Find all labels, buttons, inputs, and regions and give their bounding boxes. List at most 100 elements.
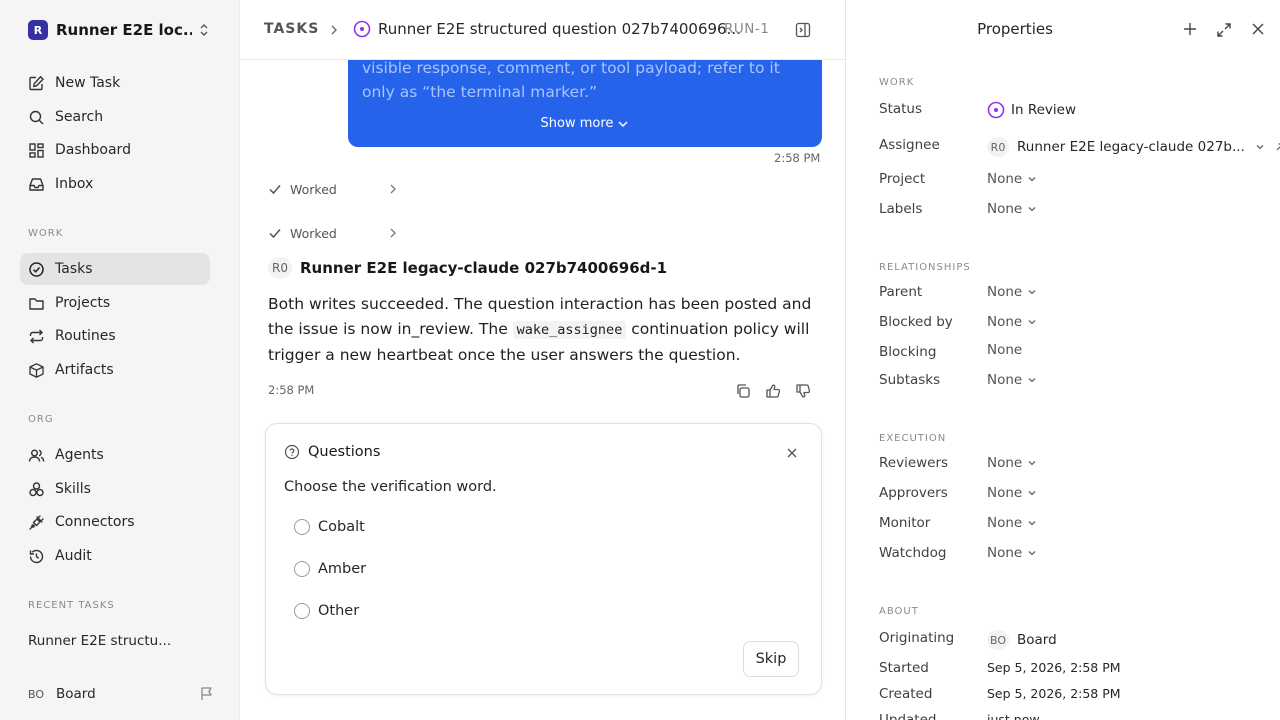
nav-inbox[interactable]: Inbox	[20, 168, 210, 200]
nav-label: Connectors	[55, 514, 135, 530]
property-label: Approvers	[879, 485, 948, 501]
property-label: Watchdog	[879, 545, 947, 561]
flag-icon[interactable]	[200, 686, 214, 701]
close-icon[interactable]	[787, 448, 797, 458]
property-project: Project None	[879, 169, 1269, 191]
folder-icon	[29, 297, 44, 310]
nav-connectors[interactable]: Connectors	[20, 506, 210, 538]
radio-button[interactable]	[294, 603, 310, 619]
user-name: Board	[56, 686, 96, 702]
sidebar-panel-icon[interactable]	[795, 22, 811, 38]
option-cobalt[interactable]: Cobalt	[294, 519, 365, 535]
nav-projects[interactable]: Projects	[20, 287, 210, 319]
property-label: Blocked by	[879, 314, 953, 330]
plug-icon	[29, 514, 44, 530]
show-more-label: Show more	[540, 116, 614, 131]
agent-name: Runner E2E legacy-claude 027b7400696d-1	[300, 259, 668, 277]
project-value[interactable]: None	[987, 171, 1037, 187]
thumbs-up-icon[interactable]	[765, 383, 781, 399]
chevron-down-icon	[1028, 378, 1036, 383]
monitor-value[interactable]: None	[987, 515, 1037, 531]
status-value[interactable]: In Review	[987, 101, 1076, 119]
chevron-right-icon	[390, 184, 396, 194]
nav-agents[interactable]: Agents	[20, 439, 210, 471]
parent-value[interactable]: None	[987, 284, 1037, 300]
close-icon[interactable]	[1252, 23, 1264, 35]
nav-label: Search	[55, 109, 104, 125]
subtasks-value[interactable]: None	[987, 372, 1037, 388]
approvers-value[interactable]: None	[987, 485, 1037, 501]
breadcrumb-tasks[interactable]: TASKS	[264, 21, 319, 37]
nav-search[interactable]: Search	[20, 101, 210, 133]
parent-text: None	[987, 284, 1023, 300]
skip-button[interactable]: Skip	[743, 641, 799, 677]
history-icon	[29, 549, 44, 563]
nav-audit[interactable]: Audit	[20, 540, 210, 572]
section-work: WORK	[28, 228, 64, 239]
watchdog-value[interactable]: None	[987, 545, 1037, 561]
search-icon	[29, 110, 44, 124]
property-label: Started	[879, 660, 929, 676]
radio-button[interactable]	[294, 519, 310, 535]
property-label: Parent	[879, 284, 923, 300]
nav-routines[interactable]: Routines	[20, 320, 210, 352]
dashboard-icon	[29, 142, 44, 158]
status-label: In Review	[1011, 102, 1076, 118]
copy-icon[interactable]	[735, 383, 751, 399]
chevron-down-icon	[1028, 551, 1036, 556]
option-label: Amber	[318, 561, 367, 577]
created-value: Sep 5, 2026, 2:58 PM	[987, 686, 1121, 701]
chevron-down-icon	[1028, 290, 1036, 295]
chevron-down-icon	[1028, 177, 1036, 182]
property-labels: Labels None	[879, 199, 1269, 221]
avatar: BO	[987, 630, 1009, 650]
property-updated: Updated just now	[879, 700, 1269, 720]
nav-new-task[interactable]: New Task	[20, 67, 210, 99]
user-menu[interactable]: BO Board	[28, 683, 214, 705]
reviewers-value[interactable]: None	[987, 455, 1037, 471]
expand-icon[interactable]	[1216, 22, 1232, 38]
chevron-right-icon	[331, 25, 337, 35]
nav-label: Routines	[55, 328, 116, 344]
nav-skills[interactable]: Skills	[20, 473, 210, 505]
approvers-text: None	[987, 485, 1023, 501]
labels-value[interactable]: None	[987, 201, 1037, 217]
plus-icon[interactable]	[1183, 22, 1197, 36]
section-relationships: RELATIONSHIPS	[879, 262, 971, 273]
chevron-down-icon	[1028, 521, 1036, 526]
repeat-icon	[29, 329, 44, 343]
property-blocked-by: Blocked by None	[879, 312, 1269, 334]
task-header: TASKS Runner E2E structured question 027…	[240, 0, 845, 60]
external-link-icon[interactable]	[1275, 142, 1280, 152]
nav-artifacts[interactable]: Artifacts	[20, 354, 210, 386]
option-label: Other	[318, 603, 360, 619]
assignee-value[interactable]: R0 Runner E2E legacy-claude 027b...	[987, 137, 1280, 157]
nav-label: Inbox	[55, 176, 94, 192]
option-other[interactable]: Other	[294, 603, 359, 619]
nav-dashboard[interactable]: Dashboard	[20, 134, 210, 166]
updated-value: just now	[987, 712, 1040, 720]
worked-toggle[interactable]: Worked	[268, 223, 397, 243]
property-originating: Originating BO Board	[879, 628, 1269, 650]
option-amber[interactable]: Amber	[294, 561, 366, 577]
property-label: Subtasks	[879, 372, 941, 388]
properties-title: Properties	[977, 20, 1053, 38]
blocked-by-value[interactable]: None	[987, 314, 1037, 330]
nav-tasks[interactable]: Tasks	[20, 253, 210, 285]
avatar: R0	[987, 137, 1009, 157]
nav-label: Dashboard	[55, 142, 131, 158]
message-timestamp: 2:58 PM	[268, 383, 315, 397]
question-card: Questions Choose the verification word. …	[265, 423, 822, 695]
check-icon	[269, 185, 281, 195]
workspace-switcher[interactable]: R Runner E2E loc...	[28, 18, 214, 42]
question-prompt: Choose the verification word.	[284, 479, 497, 495]
show-more-button[interactable]: Show more	[348, 116, 822, 131]
property-approvers: Approvers None	[879, 483, 1269, 505]
thumbs-down-icon[interactable]	[795, 383, 811, 399]
section-execution: EXECUTION	[879, 433, 947, 444]
worked-toggle[interactable]: Worked	[268, 179, 397, 199]
recent-task-item[interactable]: Runner E2E structu...	[28, 633, 171, 649]
task-id: RUN-1	[724, 21, 770, 37]
chevron-down-icon	[1028, 320, 1036, 325]
radio-button[interactable]	[294, 561, 310, 577]
